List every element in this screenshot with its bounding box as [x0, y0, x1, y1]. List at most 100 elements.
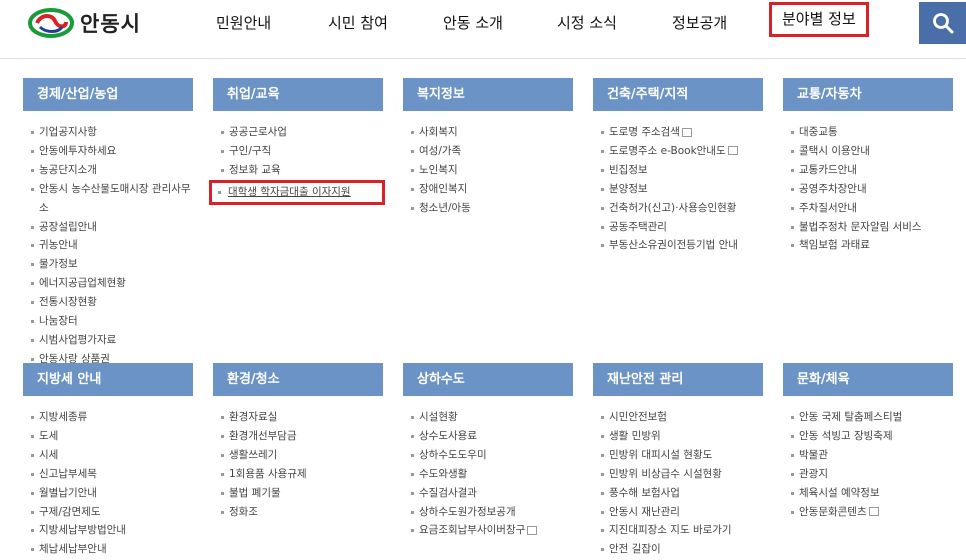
menu-item[interactable]: 정보화 교육	[221, 161, 383, 180]
menu-group-title[interactable]: 교통/자동차	[783, 78, 953, 111]
menu-group-title[interactable]: 복지정보	[403, 78, 573, 111]
menu-item[interactable]: 구제/감면제도	[31, 503, 193, 522]
menu-group-economy: 경제/산업/농업 기업공지사항 안동에투자하세요 농공단지소개 안동시 농수산물…	[23, 78, 193, 369]
menu-item[interactable]: 에너지공급업체현황	[31, 274, 193, 293]
menu-item[interactable]: 청소년/아동	[411, 199, 573, 218]
menu-item[interactable]: 지방세종류	[31, 408, 193, 427]
menu-group-title[interactable]: 재난안전 관리	[593, 363, 763, 396]
menu-group-employment: 취업/교육 공공근로사업 구인/구직 정보화 교육 대학생 학자금대출 이자지원	[209, 78, 385, 205]
menu-item[interactable]: 시세	[31, 446, 193, 465]
menu-item[interactable]: 민방위 비상급수 시설현황	[601, 465, 763, 484]
search-button[interactable]	[919, 2, 966, 44]
menu-item[interactable]: 생활 민방위	[601, 427, 763, 446]
nav-field-information[interactable]: 분야별 정보	[769, 2, 869, 37]
menu-item[interactable]: 상수도사용료	[411, 427, 573, 446]
nav-information-disclosure[interactable]: 정보공개	[672, 12, 727, 33]
menu-group-transport: 교통/자동차 대중교통 콜택시 이용안내 교통카드안내 공영주차장안내 주차질서…	[783, 78, 953, 255]
menu-item[interactable]: 지방세납부방법안내	[31, 521, 193, 540]
menu-item[interactable]: 여성/가족	[411, 142, 573, 161]
search-icon	[932, 13, 953, 34]
menu-item[interactable]: 지진대피장소 지도 바로가기	[601, 521, 763, 540]
menu-item[interactable]: 콜택시 이용안내	[791, 142, 953, 161]
menu-item[interactable]: 불법주정차 문자알림 서비스	[791, 218, 953, 237]
external-link-icon	[868, 507, 879, 517]
menu-item[interactable]: 공영주차장안내	[791, 180, 953, 199]
menu-item[interactable]: 책임보험 과태료	[791, 236, 953, 255]
menu-group-title[interactable]: 문화/체육	[783, 363, 953, 396]
menu-item[interactable]: 교통카드안내	[791, 161, 953, 180]
menu-item[interactable]: 대중교통	[791, 123, 953, 142]
menu-item[interactable]: 풍수해 보험사업	[601, 484, 763, 503]
menu-item[interactable]: 체육시설 예약정보	[791, 484, 953, 503]
nav-city-news[interactable]: 시정 소식	[557, 12, 617, 33]
menu-item[interactable]: 기업공지사항	[31, 123, 193, 142]
menu-item[interactable]: 물가정보	[31, 255, 193, 274]
menu-group-title[interactable]: 상하수도	[403, 363, 573, 396]
menu-item[interactable]: 안동 석빙고 장빙축제	[791, 427, 953, 446]
menu-item[interactable]: 안동 국제 탈춤페스티벌	[791, 408, 953, 427]
menu-group-architecture: 건축/주택/지적 도로명 주소검색 도로명주소 e-Book안내도 빈집정보 분…	[593, 78, 763, 255]
menu-item[interactable]: 요금조회납부사이버창구	[411, 521, 573, 540]
menu-item[interactable]: 구인/구직	[221, 142, 383, 161]
menu-item[interactable]: 시설현황	[411, 408, 573, 427]
menu-group-culture-sports: 문화/체육 안동 국제 탈춤페스티벌 안동 석빙고 장빙축제 박물관 관광지 체…	[783, 363, 953, 521]
menu-item[interactable]: 상하수도도우미	[411, 446, 573, 465]
menu-item[interactable]: 건축허가(신고)·사용승인현황	[601, 199, 763, 218]
menu-item[interactable]: 불법 폐기물	[221, 484, 383, 503]
menu-item[interactable]: 노인복지	[411, 161, 573, 180]
menu-item[interactable]: 상하수도원가정보공개	[411, 503, 573, 522]
menu-item[interactable]: 안동시 농수산물도매시장 관리사무소	[31, 180, 193, 218]
menu-item-label: 도로명주소 e-Book안내도	[609, 144, 726, 157]
menu-item[interactable]: 분양정보	[601, 180, 763, 199]
menu-item[interactable]: 공공근로사업	[221, 123, 383, 142]
menu-item[interactable]: 안전 길잡이	[601, 540, 763, 559]
menu-item[interactable]: 관광지	[791, 465, 953, 484]
menu-item[interactable]: 신고납부세목	[31, 465, 193, 484]
menu-item[interactable]: 시민안전보험	[601, 408, 763, 427]
menu-item[interactable]: 민방위 대피시설 현황도	[601, 446, 763, 465]
menu-item[interactable]: 정화조	[221, 503, 383, 522]
menu-group-title[interactable]: 취업/교육	[213, 78, 383, 111]
menu-item[interactable]: 사회복지	[411, 123, 573, 142]
menu-item[interactable]: 안동시 재난관리	[601, 503, 763, 522]
menu-item-student-loan[interactable]: 대학생 학자금대출 이자지원	[209, 179, 385, 205]
menu-item[interactable]: 수질검사결과	[411, 484, 573, 503]
menu-item[interactable]: 시범사업평가자료	[31, 331, 193, 350]
menu-item[interactable]: 수도와생활	[411, 465, 573, 484]
menu-item[interactable]: 빈집정보	[601, 161, 763, 180]
menu-item[interactable]: 환경자료실	[221, 408, 383, 427]
menu-group-title[interactable]: 환경/청소	[213, 363, 383, 396]
menu-item[interactable]: 안동문화콘텐츠	[791, 503, 953, 522]
external-link-icon	[527, 525, 538, 535]
andong-logo-icon	[28, 8, 74, 38]
menu-item[interactable]: 도세	[31, 427, 193, 446]
menu-item[interactable]: 도로명 주소검색	[601, 123, 763, 142]
menu-item[interactable]: 안동에투자하세요	[31, 142, 193, 161]
menu-item[interactable]: 농공단지소개	[31, 161, 193, 180]
menu-item[interactable]: 장애인복지	[411, 180, 573, 199]
menu-item[interactable]: 도로명주소 e-Book안내도	[601, 142, 763, 161]
menu-item[interactable]: 전통시장현황	[31, 293, 193, 312]
menu-item[interactable]: 1회용품 사용규제	[221, 465, 383, 484]
menu-item[interactable]: 생활쓰레기	[221, 446, 383, 465]
header-divider	[0, 58, 966, 59]
menu-item[interactable]: 공동주택관리	[601, 218, 763, 237]
nav-about-andong[interactable]: 안동 소개	[443, 12, 503, 33]
nav-civil-affairs[interactable]: 민원안내	[216, 12, 271, 33]
menu-item-label: 요금조회납부사이버창구	[419, 524, 526, 537]
menu-item[interactable]: 나눔장터	[31, 312, 193, 331]
menu-group-title[interactable]: 건축/주택/지적	[593, 78, 763, 111]
menu-item[interactable]: 주차질서안내	[791, 199, 953, 218]
menu-item[interactable]: 체납세납부안내	[31, 540, 193, 559]
menu-item[interactable]: 부동산소유권이전등기법 안내	[601, 236, 763, 255]
site-logo[interactable]: 안동시	[28, 6, 141, 40]
menu-group-title[interactable]: 경제/산업/농업	[23, 78, 193, 111]
menu-item[interactable]: 박물관	[791, 446, 953, 465]
menu-item[interactable]: 환경개선부담금	[221, 427, 383, 446]
menu-item[interactable]: 공장설립안내	[31, 218, 193, 237]
menu-group-disaster-safety: 재난안전 관리 시민안전보험 생활 민방위 민방위 대피시설 현황도 민방위 비…	[593, 363, 763, 559]
nav-citizen-participation[interactable]: 시민 참여	[328, 12, 388, 33]
menu-group-title[interactable]: 지방세 안내	[23, 363, 193, 396]
menu-item[interactable]: 월별납기안내	[31, 484, 193, 503]
menu-item[interactable]: 귀농안내	[31, 236, 193, 255]
